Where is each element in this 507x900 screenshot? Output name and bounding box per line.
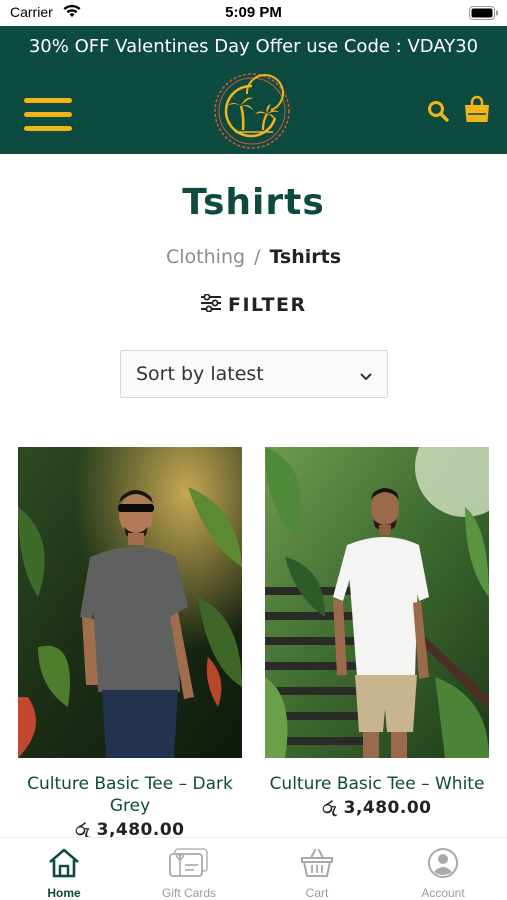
shopping-bag-icon xyxy=(462,95,492,128)
palm-tree-logo[interactable] xyxy=(213,72,291,150)
filter-label: FILTER xyxy=(228,294,307,316)
breadcrumb-link-clothing[interactable]: Clothing xyxy=(166,246,245,268)
menu-bar xyxy=(24,98,72,103)
product-name[interactable]: Culture Basic Tee – White xyxy=(265,773,489,795)
hamburger-menu-button[interactable] xyxy=(24,98,72,132)
status-time: 5:09 PM xyxy=(225,4,282,21)
product-price: රු 3,480.00 xyxy=(322,798,432,818)
tab-cart[interactable]: Cart xyxy=(267,846,367,900)
page-title: Tshirts xyxy=(182,182,325,223)
search-button[interactable] xyxy=(426,99,450,123)
tab-home[interactable]: Home xyxy=(14,846,114,900)
site-header xyxy=(0,68,507,154)
account-icon xyxy=(393,846,493,880)
product-card[interactable]: Culture Basic Tee – Dark Grey රු 3,480.0… xyxy=(18,447,242,840)
menu-bar xyxy=(24,126,72,131)
breadcrumb: Clothing / Tshirts xyxy=(0,246,507,268)
search-icon xyxy=(426,101,450,127)
battery-icon xyxy=(469,5,499,24)
tab-home-label: Home xyxy=(47,886,81,900)
sliders-icon xyxy=(200,293,222,316)
tab-account-label: Account xyxy=(421,886,465,900)
tab-account[interactable]: Account xyxy=(393,846,493,900)
filter-button[interactable]: FILTER xyxy=(200,291,310,319)
sort-selected-value: Sort by latest xyxy=(136,363,264,385)
product-image[interactable] xyxy=(265,447,489,758)
tab-gift-cards-label: Gift Cards xyxy=(161,886,216,900)
breadcrumb-current: Tshirts xyxy=(269,246,341,268)
menu-bar xyxy=(24,112,72,117)
bottom-tab-bar: Home Gift Cards Cart Account xyxy=(0,837,507,900)
status-bar: Carrier 5:09 PM xyxy=(0,0,507,26)
basket-icon xyxy=(267,846,367,880)
tab-gift-cards[interactable]: Gift Cards xyxy=(139,846,239,900)
product-image[interactable] xyxy=(18,447,242,758)
breadcrumb-separator: / xyxy=(254,246,261,268)
product-name[interactable]: Culture Basic Tee – Dark Grey xyxy=(18,773,242,817)
promo-banner[interactable]: 30% OFF Valentines Day Offer use Code : … xyxy=(0,26,507,68)
header-cart-button[interactable] xyxy=(462,94,492,124)
gift-card-icon xyxy=(139,846,239,880)
home-icon xyxy=(14,846,114,880)
product-card[interactable]: Culture Basic Tee – White රු 3,480.00 xyxy=(265,447,489,818)
chevron-down-icon xyxy=(359,367,373,386)
sort-select[interactable]: Sort by latest xyxy=(120,350,388,398)
tab-cart-label: Cart xyxy=(305,886,329,900)
